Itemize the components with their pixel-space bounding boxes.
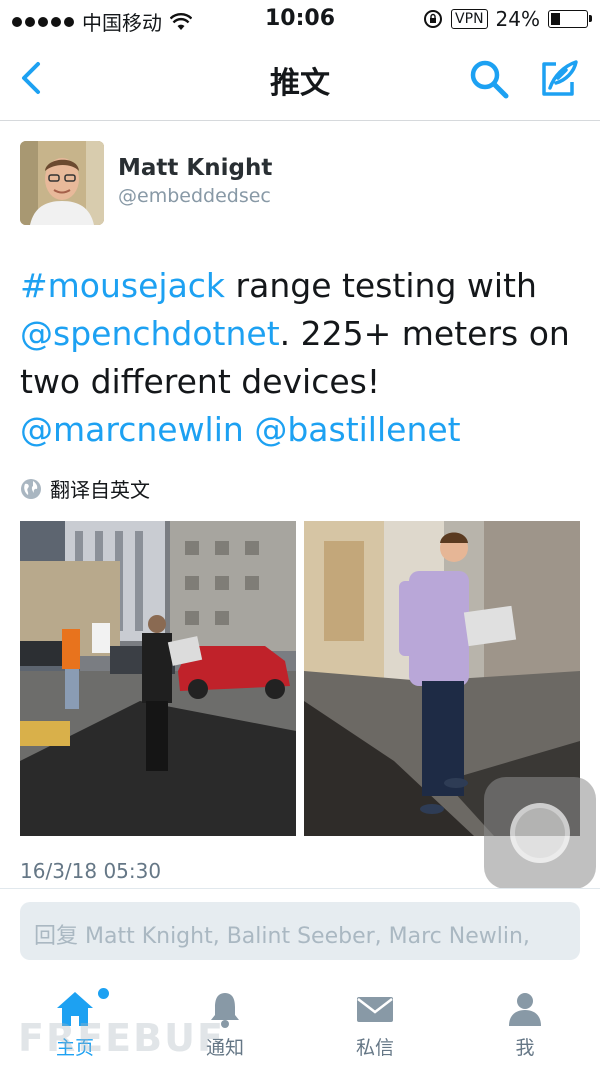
divider <box>0 888 600 889</box>
reply-input[interactable]: 回复 Matt Knight, Balint Seeber, Marc Newl… <box>20 902 580 960</box>
tab-label: 我 <box>515 1037 535 1059</box>
rotation-lock-icon <box>424 10 443 28</box>
globe-icon <box>21 478 41 499</box>
status-right: VPN 24% <box>423 7 592 31</box>
watermark: FREEBUF <box>18 1016 225 1060</box>
compose-icon[interactable] <box>536 56 582 102</box>
translate-label: 翻译自英文 <box>50 478 150 502</box>
tweet-text-part <box>244 410 255 449</box>
battery-percent: 24% <box>495 7 540 31</box>
vpn-badge: VPN <box>451 9 488 29</box>
tweet-text-part: range testing with <box>225 266 537 305</box>
author-handle[interactable]: @embeddedsec <box>118 185 271 207</box>
translate-link[interactable]: 翻译自英文 <box>20 474 150 503</box>
tab-me[interactable]: 我 <box>475 987 575 1060</box>
mention-link[interactable]: @spenchdotnet <box>20 314 280 353</box>
reply-placeholder: 回复 Matt Knight, Balint Seeber, Marc Newl… <box>34 924 530 949</box>
avatar[interactable] <box>20 141 104 225</box>
mail-icon <box>357 997 393 1022</box>
mention-link[interactable]: @marcnewlin <box>20 410 244 449</box>
nav-bar: 推文 <box>0 38 600 121</box>
hashtag-link[interactable]: #mousejack <box>20 266 225 305</box>
notification-dot <box>98 988 109 999</box>
battery-icon <box>548 10 592 28</box>
tweet-photo[interactable] <box>20 521 296 836</box>
status-bar: 中国移动 10:06 VPN 24% <box>0 0 600 38</box>
person-icon <box>509 993 541 1026</box>
tab-label: 私信 <box>355 1037 394 1059</box>
mention-link[interactable]: @bastillenet <box>254 410 460 449</box>
search-icon[interactable] <box>466 56 512 102</box>
tweet-text: #mousejack range testing with @spenchdot… <box>20 262 590 454</box>
tab-messages[interactable]: 私信 <box>325 987 425 1060</box>
assistive-touch-button[interactable] <box>484 777 596 889</box>
tweet-timestamp: 16/3/18 05:30 <box>20 859 162 883</box>
author-name[interactable]: Matt Knight <box>118 155 272 181</box>
